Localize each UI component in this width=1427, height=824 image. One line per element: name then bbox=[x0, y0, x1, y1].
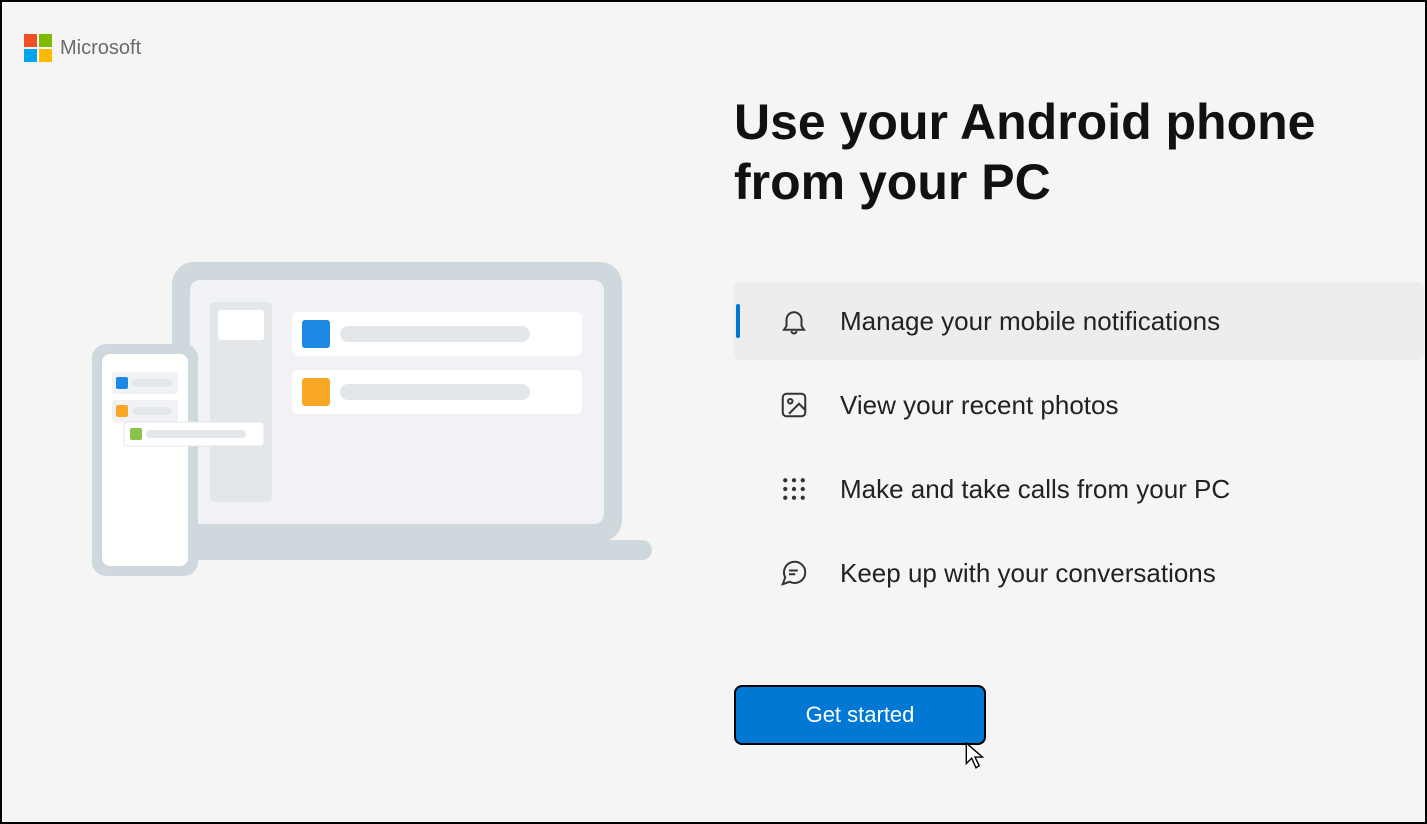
feature-notifications[interactable]: Manage your mobile notifications bbox=[734, 282, 1424, 360]
page-title: Use your Android phone from your PC bbox=[734, 92, 1424, 212]
feature-label: View your recent photos bbox=[840, 390, 1118, 421]
chat-icon bbox=[778, 557, 810, 589]
cursor-icon bbox=[965, 742, 987, 775]
microsoft-logo-icon bbox=[24, 34, 52, 62]
feature-label: Make and take calls from your PC bbox=[840, 474, 1230, 505]
bell-icon bbox=[778, 305, 810, 337]
feature-photos[interactable]: View your recent photos bbox=[734, 366, 1424, 444]
feature-list: Manage your mobile notifications View yo… bbox=[734, 282, 1424, 618]
content-panel: Use your Android phone from your PC Mana… bbox=[734, 92, 1424, 618]
devices-illustration bbox=[92, 262, 652, 582]
photo-icon bbox=[778, 389, 810, 421]
feature-label: Manage your mobile notifications bbox=[840, 306, 1220, 337]
feature-calls[interactable]: Make and take calls from your PC bbox=[734, 450, 1424, 528]
dialpad-icon bbox=[778, 473, 810, 505]
brand-name: Microsoft bbox=[60, 37, 141, 60]
feature-label: Keep up with your conversations bbox=[840, 558, 1216, 589]
get-started-button[interactable]: Get started bbox=[734, 685, 986, 745]
header-brand: Microsoft bbox=[24, 34, 141, 62]
cta-area: Get started bbox=[734, 685, 986, 745]
feature-conversations[interactable]: Keep up with your conversations bbox=[734, 534, 1424, 612]
